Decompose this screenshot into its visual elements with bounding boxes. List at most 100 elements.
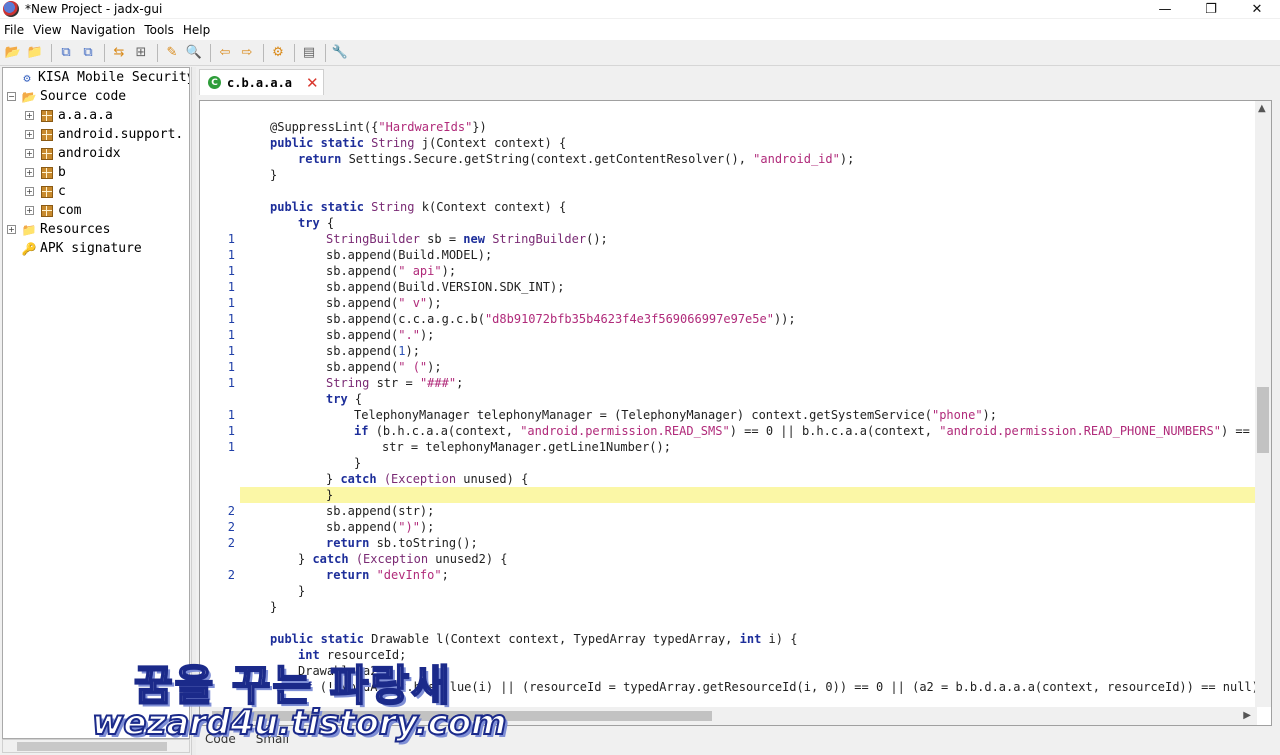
code-line: return Settings.Secure.getString(context… [200,151,1257,167]
open-folder-icon[interactable]: 📂 [3,43,23,63]
add-folder-icon[interactable]: 📁 [25,43,45,63]
tree-item[interactable]: 🔑 APK signature [7,239,142,258]
watermark-url: wezard4u.tistory.com [91,702,508,744]
find-class-icon[interactable]: 🔍 [184,43,204,63]
maximize-button[interactable]: ❐ [1188,0,1234,18]
minimize-button[interactable]: — [1142,0,1188,18]
project-tree[interactable]: ⚙ KISA Mobile Security. − 📂 Source code + a.a.… [2,67,190,739]
code-token: return [326,568,377,582]
code-editor[interactable]: @SuppressLint({"HardwareIds"}) public sta… [199,100,1272,726]
code-token: sb.append( [326,344,399,358]
flatten-icon[interactable]: ⊞ [131,43,151,63]
code-line: 1 sb.append(1); [200,343,1257,359]
scroll-up-icon[interactable]: ▲ [1258,103,1266,114]
menu-view[interactable]: View [33,23,61,37]
code-token: public static [270,200,372,214]
scroll-right-icon[interactable]: ▶ [1243,710,1251,721]
package-box [41,128,53,141]
code-text: sb.append(" api"); [326,263,456,279]
expand-icon[interactable]: + [25,187,34,196]
code-line: } catch (Exception unused) { [200,471,1257,487]
sync-icon[interactable]: ⇆ [109,43,129,63]
tree-item[interactable]: + com [25,201,81,220]
search-text-icon[interactable]: ✎ [162,43,182,63]
code-token: (b.h.c.a.a(context, [375,424,521,438]
menu-tools[interactable]: Tools [144,23,174,37]
menu-file[interactable]: File [4,23,24,37]
tree-item[interactable]: + android.support. [25,125,183,144]
menu-bar: File View Navigation Tools Help [0,19,1280,40]
code-token: TelephonyManager telephonyManager = (Tel… [354,408,932,422]
preferences-icon[interactable]: 🔧 [330,43,350,63]
code-token: @SuppressLint({ [270,120,379,134]
code-token: j(Context context) { [414,136,567,150]
package-icon [39,147,55,161]
code-token: "." [398,328,420,342]
expand-icon[interactable]: + [25,111,34,120]
resources-folder-icon: 📁 [21,222,37,237]
code-token: sb.append( [326,264,399,278]
expand-icon[interactable]: + [25,206,34,215]
code-token: "devInfo" [376,568,442,582]
tab-close-icon[interactable]: ✕ [306,74,319,92]
code-line: 1 sb.append(c.c.a.g.c.b("d8b91072bfb35b46… [200,311,1257,327]
editor-vscroll-thumb[interactable] [1257,387,1269,453]
expand-icon[interactable]: + [25,130,34,139]
code-token: k(Context context) { [414,200,567,214]
tab-class-cbaaa[interactable]: C c.b.a.a.a ✕ [199,69,324,95]
back-icon[interactable]: ⇦ [215,43,235,63]
editor-vertical-scrollbar[interactable]: ▲ [1255,101,1271,707]
code-token: } [326,472,341,486]
window-controls: — ❐ ✕ [1142,0,1280,18]
line-number: 1 [227,296,235,310]
tree-item[interactable]: + 📁 Resources [7,220,110,239]
code-token: sb.append(Build.VERSION.SDK_INT); [326,280,565,294]
code-token: } [270,600,278,614]
code-token: sb.append( [326,296,399,310]
code-token: ); [419,520,435,534]
code-token: String [371,200,415,214]
tree-item[interactable]: + b [25,163,66,182]
collapse-icon[interactable]: − [7,92,16,101]
package-box [41,185,53,198]
code-token: sb.append(str); [326,504,435,518]
log-icon[interactable]: ▤ [299,43,319,63]
line-number: 2 [227,536,235,550]
menu-help[interactable]: Help [183,23,210,37]
code-line: 1 StringBuilder sb = new StringBuilder(); [200,231,1257,247]
code-line: 2 return sb.toString(); [200,535,1257,551]
package-icon [39,204,55,218]
close-button[interactable]: ✕ [1234,0,1280,18]
code-line: 1 sb.append("."); [200,327,1257,343]
line-number: 1 [227,376,235,390]
code-token: public static [270,136,372,150]
forward-icon[interactable]: ⇨ [237,43,257,63]
code-line: 1 sb.append(Build.MODEL); [200,247,1257,263]
tree-item[interactable]: + androidx [25,144,121,163]
expand-icon[interactable]: + [25,149,34,158]
tree-item[interactable]: + c [25,182,66,201]
code-token: "android.permission.READ_SMS" [520,424,730,438]
expand-icon[interactable]: + [25,168,34,177]
code-token: "HardwareIds" [378,120,473,134]
code-line: 1 if (b.h.c.a.a(context, "android.permiss… [200,423,1265,439]
code-area[interactable]: @SuppressLint({"HardwareIds"}) public sta… [200,101,1265,707]
expand-icon[interactable]: + [7,225,16,234]
package-box [41,147,53,160]
tree-scroll-thumb[interactable] [17,742,167,751]
code-text: str = telephonyManager.getLine1Number(); [382,439,671,455]
save-all-icon[interactable]: ⧉ [78,43,98,63]
save-icon[interactable]: ⧉ [56,43,76,63]
tree-item[interactable]: ⚙ KISA Mobile Security. [5,68,189,87]
code-text: public static String k(Context context) … [270,199,566,215]
code-text: } [326,487,333,503]
code-token: } [354,456,362,470]
tree-item[interactable]: − 📂 Source code [7,87,126,106]
code-token: sb.append( [326,520,399,534]
code-text: public static String j(Context context) … [270,135,566,151]
code-token: catch [340,472,384,486]
toolbar-separator [325,43,326,62]
tree-item[interactable]: + a.a.a.a [25,106,113,125]
menu-navigation[interactable]: Navigation [71,23,136,37]
decompile-all-icon[interactable]: ⚙ [268,43,288,63]
